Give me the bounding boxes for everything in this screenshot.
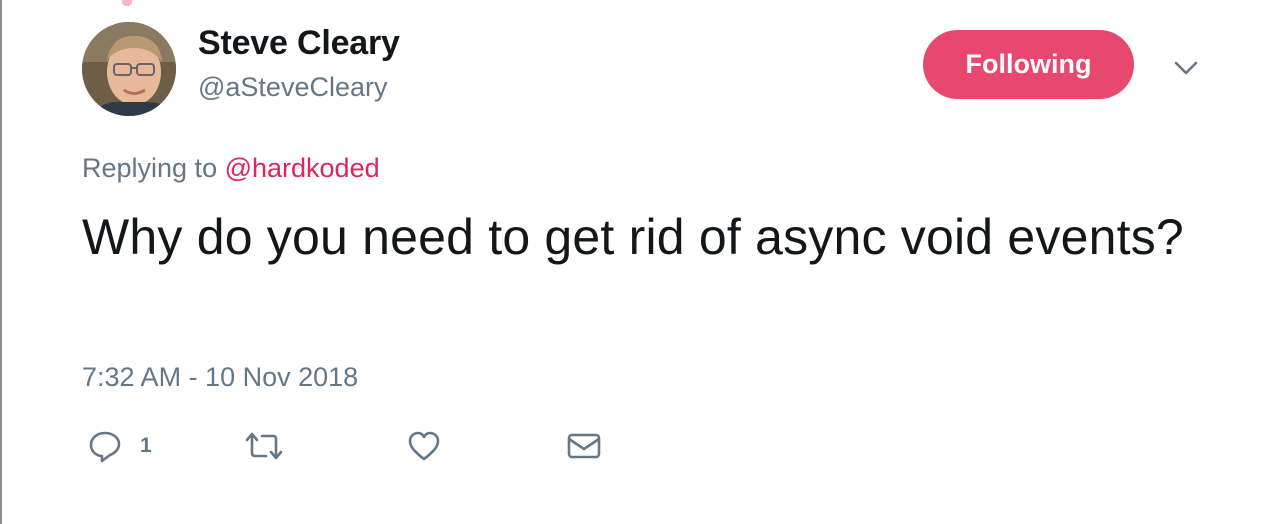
reply-button[interactable]: 1 [88, 428, 152, 464]
window-left-border [0, 0, 2, 524]
reply-mention-link[interactable]: @hardkoded [225, 153, 380, 183]
reply-context: Replying to @hardkoded [82, 153, 380, 184]
more-options-chevron-down-icon[interactable] [1172, 54, 1200, 82]
envelope-icon [566, 429, 602, 463]
heart-icon [407, 429, 441, 463]
retweet-button[interactable] [244, 428, 284, 464]
like-button[interactable] [407, 428, 441, 464]
author-handle[interactable]: @aSteveCleary [198, 72, 388, 103]
reply-context-prefix: Replying to [82, 153, 225, 183]
tweet-timestamp[interactable]: 7:32 AM - 10 Nov 2018 [82, 362, 358, 393]
avatar[interactable] [82, 22, 176, 116]
top-edge-marker [122, 0, 132, 6]
retweet-icon [244, 429, 284, 463]
following-button[interactable]: Following [923, 30, 1134, 99]
tweet-text: Why do you need to get rid of async void… [82, 209, 1184, 265]
reply-bubble-icon [88, 429, 122, 463]
reply-count: 1 [140, 434, 152, 457]
direct-message-button[interactable] [566, 428, 602, 464]
author-display-name[interactable]: Steve Cleary [198, 24, 400, 63]
